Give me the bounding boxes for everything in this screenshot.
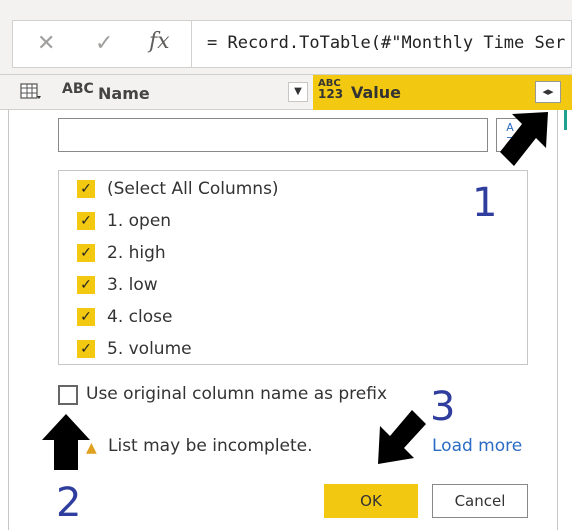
list-item-label: 3. low	[107, 275, 158, 295]
checkbox[interactable]: ✓	[77, 308, 95, 326]
sort-label-bottom: Z	[506, 135, 514, 148]
warning-text: List may be incomplete.	[108, 436, 313, 456]
checkbox[interactable]: ✓	[77, 340, 95, 358]
check-icon[interactable]: ✓	[95, 31, 113, 56]
sort-label-top: A	[506, 121, 514, 134]
list-item-label: 4. close	[107, 307, 173, 327]
prefix-checkbox[interactable]	[58, 385, 78, 405]
checkbox[interactable]: ✓	[77, 276, 95, 294]
type-label-bottom: 123	[318, 87, 344, 101]
any-type-icon[interactable]: ABC 123	[318, 78, 343, 100]
formula-text[interactable]: = Record.ToTable(#"Monthly Time Ser	[207, 33, 565, 53]
step-number-3: 3	[430, 384, 456, 430]
search-input[interactable]	[58, 118, 488, 152]
chevron-down-icon[interactable]: ▼	[288, 82, 308, 102]
step-number-2: 2	[56, 480, 82, 526]
formula-separator	[191, 21, 192, 67]
list-item-label: 5. volume	[107, 339, 192, 359]
fx-icon[interactable]: fx	[149, 29, 170, 54]
list-item-label: (Select All Columns)	[107, 179, 279, 199]
warning-icon: ▲	[86, 440, 97, 456]
formula-bar-area: ✕ ✓ fx = Record.ToTable(#"Monthly Time S…	[0, 0, 572, 74]
column-header-row: ABC Name ▼ ABC 123 Value ◂▸	[0, 74, 572, 110]
list-item-label: 1. open	[107, 211, 172, 231]
cancel-button[interactable]: Cancel	[432, 484, 528, 518]
selection-strip	[564, 110, 567, 130]
prefix-label: Use original column name as prefix	[86, 384, 388, 404]
step-number-1: 1	[472, 180, 498, 226]
table-icon[interactable]	[20, 83, 42, 101]
text-type-icon[interactable]: ABC	[62, 81, 94, 97]
column-name-header[interactable]: Name	[98, 84, 150, 103]
checkbox[interactable]: ✓	[77, 244, 95, 262]
column-list: ✓ (Select All Columns) ✓ 1. open ✓ 2. hi…	[58, 170, 528, 365]
ok-button[interactable]: OK	[324, 484, 418, 518]
value-column-header[interactable]: ABC 123 Value ◂▸	[313, 75, 572, 110]
list-item-label: 2. high	[107, 243, 166, 263]
column-value-header: Value	[351, 83, 402, 102]
checkbox[interactable]: ✓	[77, 180, 95, 198]
load-more-link[interactable]: Load more	[432, 436, 522, 456]
sort-button[interactable]: A Z	[496, 118, 524, 152]
formula-box: ✕ ✓ fx = Record.ToTable(#"Monthly Time S…	[12, 20, 572, 68]
checkbox[interactable]: ✓	[77, 212, 95, 230]
expand-icon[interactable]: ◂▸	[535, 81, 561, 103]
close-icon[interactable]: ✕	[37, 31, 55, 56]
